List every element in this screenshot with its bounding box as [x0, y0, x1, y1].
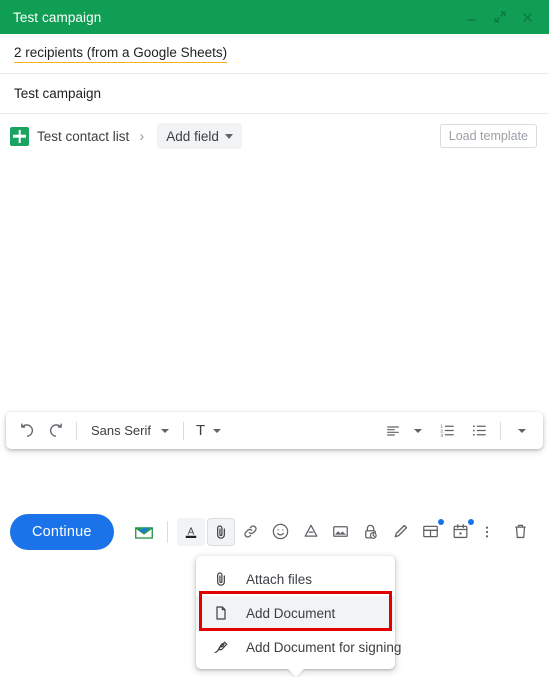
signature-icon[interactable] [387, 518, 415, 546]
template-badge-dot [437, 518, 444, 525]
menu-item-label: Add Document for signing [246, 639, 402, 655]
add-field-button[interactable]: Add field [157, 123, 242, 149]
redo-icon[interactable] [42, 418, 68, 444]
toolbar-divider [500, 421, 501, 440]
close-icon[interactable] [520, 10, 535, 25]
google-drive-icon[interactable] [297, 518, 325, 546]
insert-photo-icon[interactable] [327, 518, 355, 546]
bulleted-list-icon[interactable] [466, 418, 492, 444]
menu-item-label: Add Document [246, 605, 336, 621]
text-color-icon[interactable]: A [176, 517, 205, 546]
schedule-badge-dot [467, 518, 474, 525]
font-size-select[interactable]: T [192, 418, 225, 444]
chevron-down-icon [518, 428, 526, 433]
message-body-editor[interactable]: Attach files Add Document Add Document f… [0, 158, 549, 677]
add-field-label: Add field [166, 128, 219, 144]
window-controls [464, 10, 535, 25]
minimize-icon[interactable] [464, 10, 479, 25]
template-icon[interactable] [417, 518, 445, 546]
document-icon [212, 605, 230, 621]
svg-text:A: A [187, 526, 194, 537]
discard-draft-icon[interactable] [507, 518, 535, 546]
chevron-down-icon [213, 428, 222, 433]
insert-emoji-icon[interactable] [267, 518, 295, 546]
chevron-down-icon [414, 428, 422, 433]
align-icon [380, 418, 406, 444]
recipients-row[interactable]: 2 recipients (from a Google Sheets) [0, 34, 549, 74]
menu-item-add-document-for-signing[interactable]: Add Document for signing [196, 630, 401, 664]
svg-text:3: 3 [440, 433, 443, 439]
menu-item-attach-files[interactable]: Attach files [196, 562, 395, 596]
chevron-down-icon [160, 428, 169, 433]
menu-pointer [286, 668, 305, 677]
chevron-right-icon[interactable]: › [137, 129, 146, 144]
tracking-envelope-icon[interactable] [130, 518, 158, 546]
contact-list-row: Test contact list › Add field Load templ… [0, 114, 549, 158]
menu-item-label: Attach files [246, 571, 313, 587]
align-select[interactable] [376, 418, 426, 444]
continue-button[interactable]: Continue [10, 513, 114, 550]
attach-files-icon[interactable] [206, 517, 235, 546]
toolbar-divider [182, 421, 184, 440]
chevron-down-icon [224, 133, 233, 139]
font-size-value: T [195, 422, 206, 439]
action-bar-divider [166, 520, 168, 543]
load-template-button[interactable]: Load template [439, 124, 537, 148]
contact-list-name[interactable]: Test contact list [37, 129, 129, 144]
signature-pen-icon [212, 639, 230, 656]
confidential-mode-icon[interactable] [357, 518, 385, 546]
font-family-select[interactable]: Sans Serif [85, 418, 175, 444]
menu-item-add-document[interactable]: Add Document [196, 596, 395, 630]
font-family-value: Sans Serif [91, 423, 151, 438]
compose-window: Test campaign 2 recipients (from a Googl… [0, 0, 549, 677]
subject-row[interactable]: Test campaign [0, 74, 549, 114]
numbered-list-icon[interactable]: 1 2 3 [434, 418, 460, 444]
subject-text[interactable]: Test campaign [14, 86, 101, 101]
more-formatting-icon[interactable] [509, 418, 535, 444]
recipients-label[interactable]: 2 recipients (from a Google Sheets) [14, 45, 228, 63]
toolbar-divider [76, 421, 77, 440]
formatting-toolbar: Sans Serif T 1 2 3 [6, 412, 543, 449]
window-titlebar: Test campaign [0, 0, 549, 34]
insert-link-icon[interactable] [237, 518, 265, 546]
paperclip-icon [212, 571, 230, 587]
attach-options-menu: Attach files Add Document Add Document f… [196, 556, 401, 677]
schedule-icon[interactable] [447, 518, 475, 546]
compose-action-bar: Continue A [0, 504, 549, 559]
expand-icon[interactable] [492, 10, 507, 25]
google-sheets-icon [10, 126, 29, 146]
page-title: Test campaign [13, 9, 102, 25]
undo-icon[interactable] [14, 418, 40, 444]
more-options-icon[interactable] [477, 518, 497, 546]
